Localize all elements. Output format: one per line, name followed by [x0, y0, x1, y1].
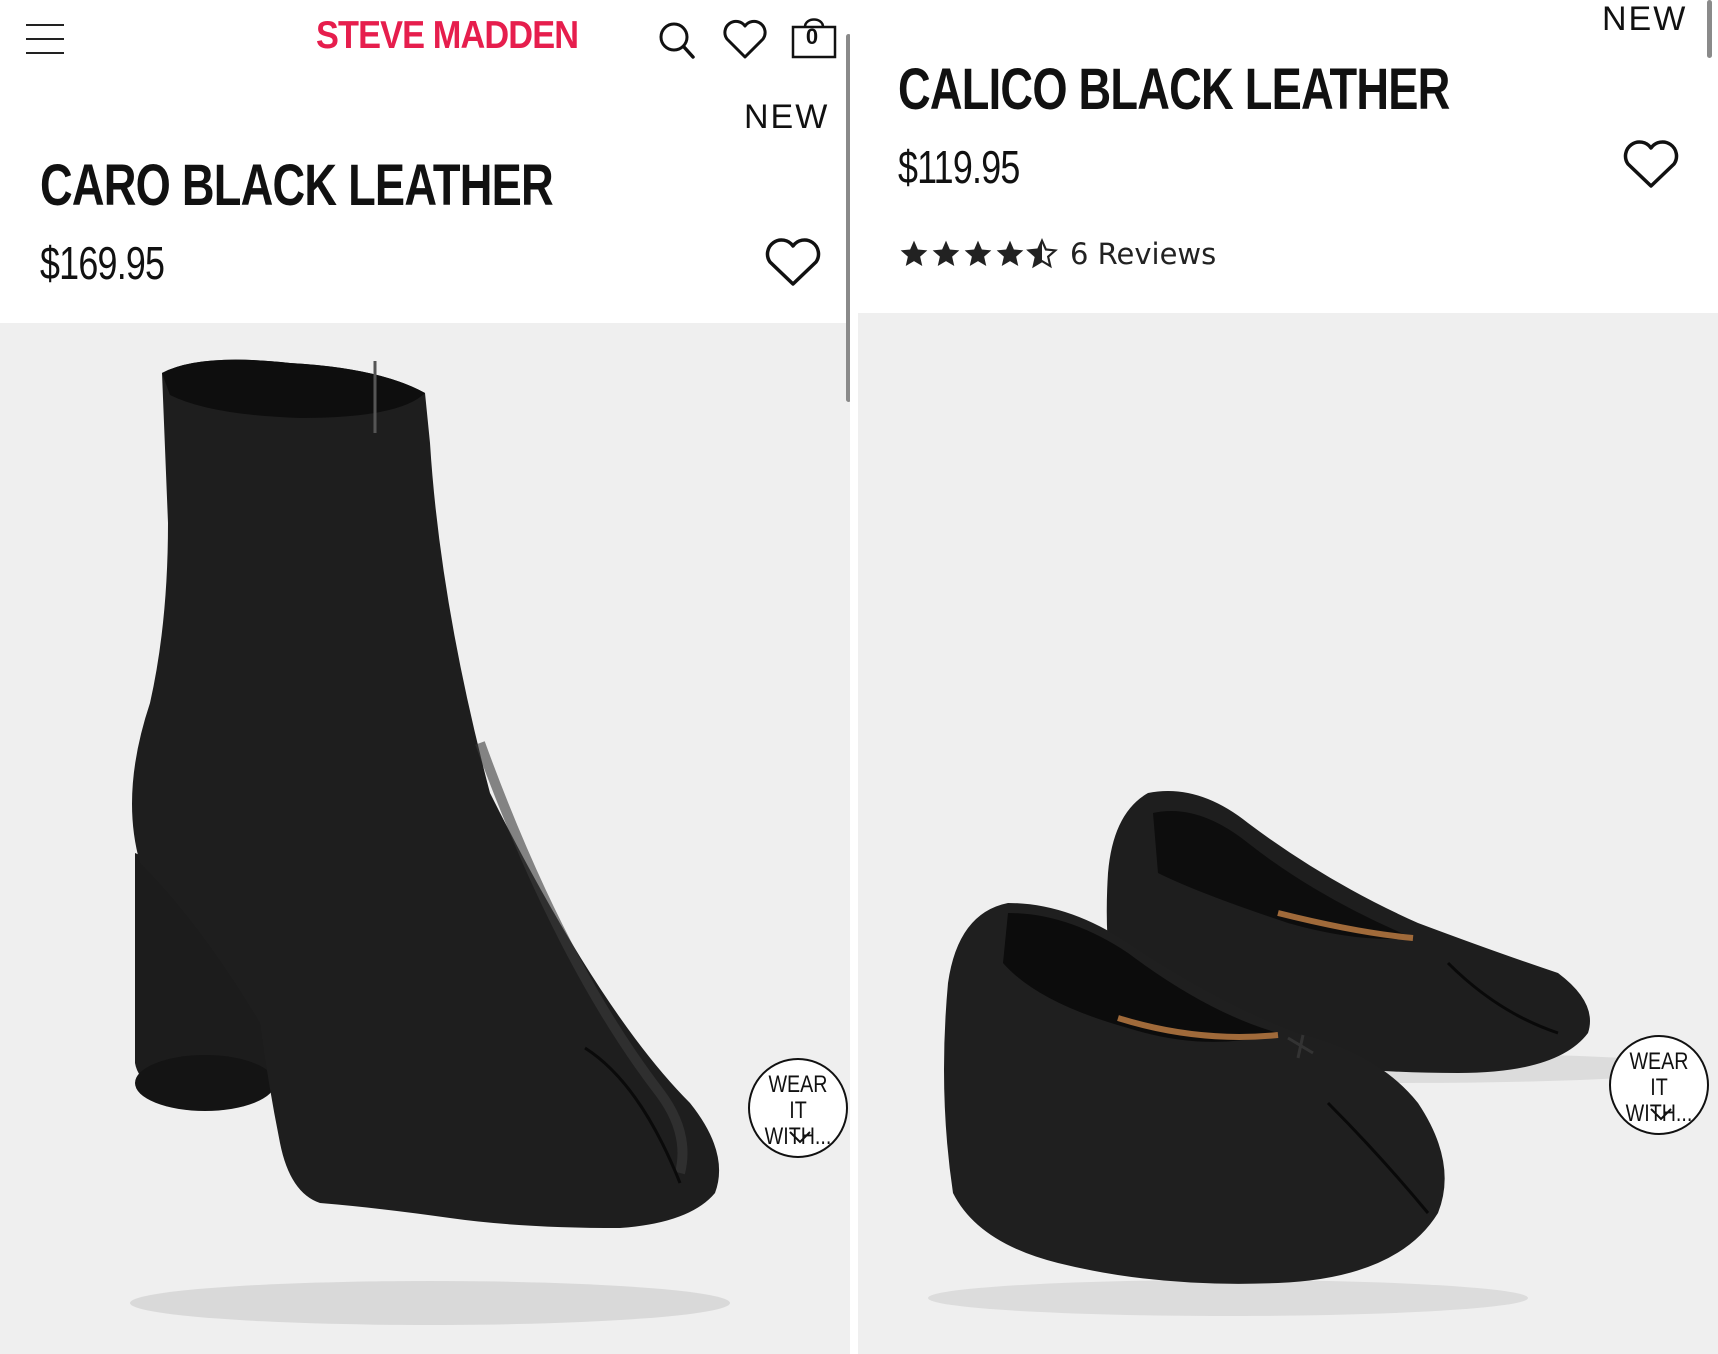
- scrollbar-thumb[interactable]: [846, 34, 850, 402]
- chevron-down-icon: [1650, 1108, 1672, 1121]
- scrollbar-thumb[interactable]: [1707, 0, 1712, 58]
- wear-it-with-button[interactable]: WEAR IT WITH...: [748, 1058, 848, 1158]
- wishlist-heart-icon[interactable]: [764, 238, 822, 288]
- new-badge: NEW: [1602, 0, 1688, 38]
- hamburger-menu-icon[interactable]: [26, 22, 64, 56]
- wear-it-label: WEAR IT: [768, 1071, 828, 1124]
- star-icon: [932, 240, 960, 266]
- heart-icon[interactable]: [722, 18, 768, 60]
- star-half-icon: [1026, 238, 1058, 269]
- star-rating[interactable]: 6 Reviews: [898, 234, 1216, 274]
- wear-it-label: WEAR IT: [1629, 1048, 1689, 1101]
- star-icon: [996, 240, 1024, 266]
- search-icon[interactable]: [658, 20, 696, 60]
- reviews-link[interactable]: 6 Reviews: [1070, 237, 1216, 271]
- chevron-down-icon: [789, 1131, 811, 1144]
- boot-image[interactable]: [0, 323, 850, 1354]
- product-panel-caro: STEVE MADDEN 0 NEW CARO BLACK LEATHER $1…: [0, 0, 850, 1354]
- cart-count: 0: [805, 24, 819, 49]
- star-icon: [900, 240, 928, 266]
- brand-logo[interactable]: STEVE MADDEN: [316, 14, 579, 58]
- new-badge: NEW: [744, 98, 830, 136]
- product-panel-calico: NEW CALICO BLACK LEATHER $119.95 6 Revie…: [858, 0, 1718, 1354]
- cart-button[interactable]: 0: [790, 12, 838, 60]
- product-title: CALICO BLACK LEATHER: [898, 57, 1450, 122]
- product-title: CARO BLACK LEATHER: [40, 153, 554, 218]
- wishlist-heart-icon[interactable]: [1622, 140, 1680, 190]
- product-image-area: WEAR IT WITH...: [0, 323, 850, 1354]
- product-price: $169.95: [40, 237, 165, 289]
- star-icon: [964, 240, 992, 266]
- wear-it-with-button[interactable]: WEAR IT WITH...: [1609, 1035, 1709, 1135]
- ballet-flats-image[interactable]: [858, 313, 1718, 1354]
- product-price: $119.95: [898, 141, 1020, 193]
- product-image-area: WEAR IT WITH...: [858, 313, 1718, 1354]
